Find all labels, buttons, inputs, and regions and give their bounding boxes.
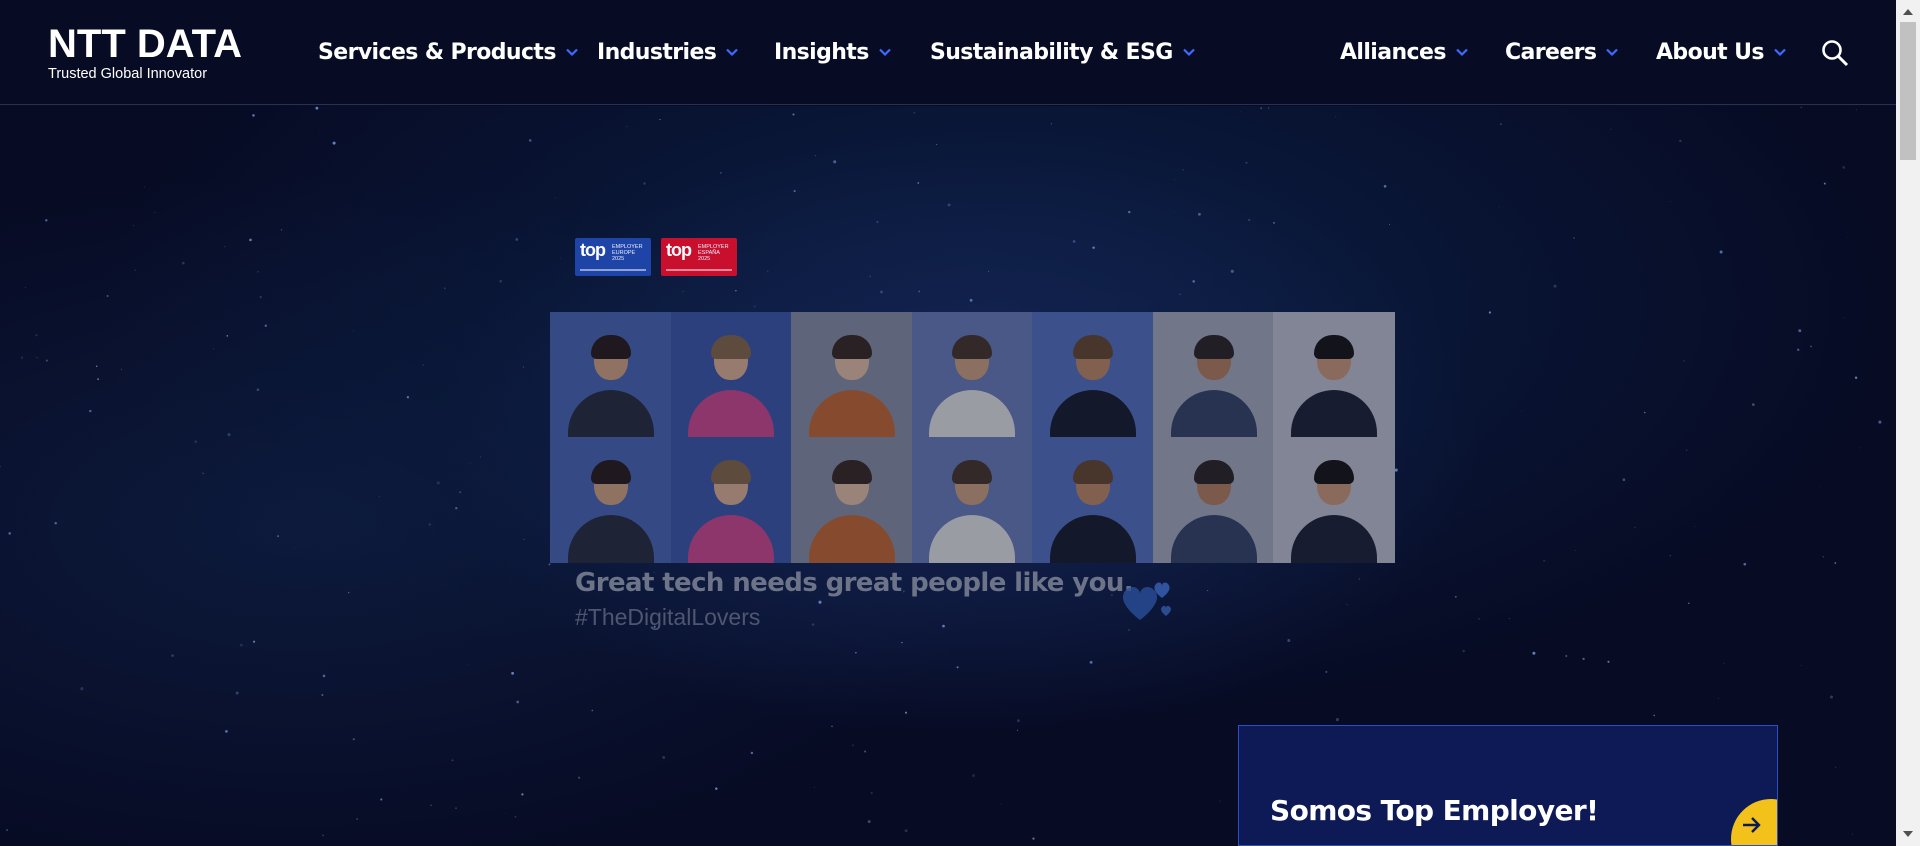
nav-label: About Us <box>1656 39 1764 65</box>
top-employer-badges: top EMPLOYER EUROPE 2025 top EMPLOYER ES… <box>575 238 737 276</box>
employee-photo <box>1273 312 1395 438</box>
nav-label: Industries <box>597 39 717 65</box>
top-employer-europe-badge: top EMPLOYER EUROPE 2025 <box>575 238 651 276</box>
chevron-down-icon <box>1774 48 1786 57</box>
hearts-icon <box>1122 582 1171 620</box>
employee-photo <box>1273 437 1395 563</box>
nav-label: Insights <box>774 39 869 65</box>
logo-tagline: Trusted Global Innovator <box>48 66 208 82</box>
badge-sub-text: EMPLOYER ESPAÑA 2025 <box>698 244 729 262</box>
ntt-data-logo[interactable]: NTT DATA Trusted Global Innovator <box>48 24 248 84</box>
scrollbar-thumb[interactable] <box>1900 22 1916 160</box>
nav-sustainability-esg[interactable]: Sustainability & ESG <box>930 36 1197 68</box>
chevron-down-icon <box>1606 48 1619 57</box>
nav-alliances[interactable]: Alliances <box>1340 36 1470 68</box>
top-employer-promo-card[interactable]: Somos Top Employer! <box>1238 725 1778 846</box>
nav-label: Sustainability & ESG <box>930 39 1173 65</box>
badge-top-text: top <box>580 240 606 260</box>
hero-hashtag: #TheDigitalLovers <box>575 604 761 630</box>
employee-photo <box>911 437 1034 563</box>
employee-photo <box>1152 312 1275 438</box>
employee-photo <box>911 312 1034 438</box>
chevron-down-icon <box>1456 48 1468 57</box>
nav-label: Careers <box>1505 39 1597 65</box>
chevron-down-icon <box>878 48 891 57</box>
nav-label: Alliances <box>1340 39 1446 65</box>
nav-services-products[interactable]: Services & Products <box>318 36 580 68</box>
badge-sub-text: EMPLOYER EUROPE 2025 <box>612 244 643 262</box>
employee-photo <box>670 312 793 438</box>
top-employer-spain-badge: top EMPLOYER ESPAÑA 2025 <box>661 238 737 276</box>
employee-photo <box>1032 312 1154 438</box>
employee-photo <box>550 312 672 438</box>
employee-photo <box>1152 437 1275 563</box>
employee-photo <box>670 437 793 563</box>
employee-photo <box>791 437 913 563</box>
nav-industries[interactable]: Industries <box>597 36 740 68</box>
hero-tagline: Great tech needs great people like you. <box>575 568 1134 598</box>
nav-about-us[interactable]: About Us <box>1656 36 1788 68</box>
page-scrollbar[interactable] <box>1896 0 1920 846</box>
employee-photo-grid <box>550 312 1395 563</box>
promo-arrow-button[interactable] <box>1731 799 1777 845</box>
promo-title: Somos Top Employer! <box>1270 794 1599 827</box>
search-icon[interactable] <box>1820 38 1850 68</box>
employee-photo <box>1032 437 1154 563</box>
scroll-up-arrow[interactable] <box>1896 2 1920 22</box>
employee-photo <box>791 312 913 438</box>
nav-label: Services & Products <box>318 39 556 65</box>
nav-insights[interactable]: Insights <box>774 36 893 68</box>
scroll-down-arrow[interactable] <box>1896 824 1920 844</box>
nav-careers[interactable]: Careers <box>1505 36 1620 68</box>
chevron-down-icon <box>566 48 578 57</box>
chevron-down-icon <box>1182 48 1195 57</box>
arrow-right-icon <box>1743 817 1761 833</box>
badge-top-text: top <box>666 240 692 260</box>
site-header: NTT DATA Trusted Global Innovator Servic… <box>0 0 1896 105</box>
logo-wordmark: NTT DATA <box>48 22 243 66</box>
chevron-down-icon <box>726 48 739 57</box>
employee-photo <box>550 437 672 563</box>
